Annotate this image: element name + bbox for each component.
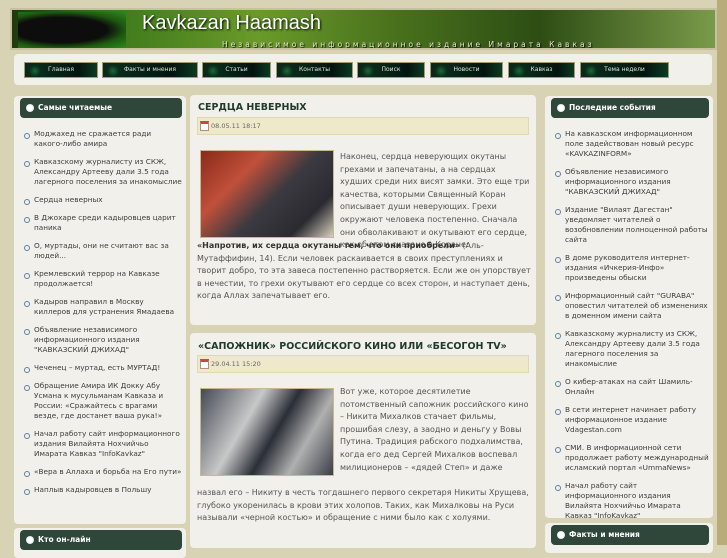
- page-edge: [717, 0, 727, 545]
- list-item[interactable]: О, муртады, они не считают вас за людей.…: [24, 241, 182, 261]
- latest-events-list: На кавказском информационном поле задейс…: [555, 129, 709, 529]
- facts-panel: Факты и мнения: [545, 523, 713, 553]
- post-text: «Напротив, их сердца окутаны тем, что он…: [197, 240, 531, 303]
- nav-articles[interactable]: Статьи: [202, 62, 271, 78]
- post-quote: «Напротив, их сердца окутаны тем, что он…: [197, 241, 460, 250]
- list-item[interactable]: О кибер-атаках на сайт Шамиль-Онлайн: [555, 377, 709, 397]
- list-item[interactable]: Информационный сайт "GURABA" оповестил ч…: [555, 291, 709, 321]
- post-text-rest: назвал его – Никиту в честь тогдашнего п…: [197, 488, 529, 523]
- nav-facts[interactable]: Факты и мнения: [102, 62, 198, 78]
- list-item[interactable]: Кремлевский террор на Кавказе продолжает…: [24, 269, 182, 289]
- site-title[interactable]: Kavkazan Haamash: [142, 12, 321, 35]
- list-item[interactable]: Сердца неверных: [24, 195, 182, 205]
- latest-events-heading: Последние события: [551, 98, 709, 118]
- header-banner: Kavkazan Haamash Независимое информацион…: [10, 8, 717, 50]
- list-item[interactable]: СМИ. В информационной сети продолжает ра…: [555, 443, 709, 473]
- site-subtitle: Независимое информационное издание Имара…: [222, 40, 595, 49]
- post-image[interactable]: [200, 388, 334, 476]
- nav-week-topic[interactable]: Тема недели: [580, 62, 669, 78]
- list-item[interactable]: Кавказскому журналисту из СКЖ, Александр…: [555, 329, 709, 369]
- list-item[interactable]: На кавказском информационном поле задейс…: [555, 129, 709, 159]
- online-panel: Кто он-лайн: [14, 528, 186, 558]
- post-date-bar: 08.05.11 18:17: [197, 117, 529, 135]
- list-item[interactable]: В Джохаре среди кадыровцев царит паника: [24, 213, 182, 233]
- list-item[interactable]: Объявление независимого информационного …: [555, 167, 709, 197]
- list-item[interactable]: Обращение Амира ИК Доккy Абу Усмана к му…: [24, 381, 182, 421]
- post-image[interactable]: [200, 150, 334, 238]
- list-item[interactable]: Начал работу сайт информационного издани…: [555, 481, 709, 521]
- nav-search[interactable]: Поиск: [357, 62, 425, 78]
- list-item[interactable]: Наплыв кадыровцев в Польшу: [24, 485, 182, 495]
- calendar-icon: [200, 121, 209, 131]
- list-item[interactable]: Объявление независимого информационного …: [24, 325, 182, 355]
- most-read-heading: Самые читаемые: [20, 98, 182, 118]
- list-item[interactable]: В сети интернет начинает работу информац…: [555, 405, 709, 435]
- post-text-side: Вот уже, которое десятилетие потомственн…: [340, 387, 529, 472]
- nav-contacts[interactable]: Контакты: [276, 62, 353, 78]
- online-heading: Кто он-лайн: [20, 530, 182, 550]
- latest-events-panel: Последние события На кавказском информац…: [545, 96, 713, 520]
- post-1: СЕРДЦА НЕВЕРНЫХ 08.05.11 18:17 Наконец, …: [190, 95, 536, 325]
- list-item[interactable]: Кадыров направил в Москву киллеров для у…: [24, 297, 182, 317]
- post-title[interactable]: СЕРДЦА НЕВЕРНЫХ: [198, 102, 307, 113]
- nav-caucasus[interactable]: Кавказ: [508, 62, 575, 78]
- post-date-bar: 29.04.11 15:20: [197, 355, 529, 373]
- nav-home[interactable]: Главная: [24, 62, 98, 78]
- list-item[interactable]: Кавказскому журналисту из СКЖ, Александр…: [24, 157, 182, 187]
- post-text-side: Наконец, сердца неверующих окутаны греха…: [340, 152, 530, 250]
- post-date: 29.04.11 15:20: [211, 360, 261, 368]
- most-read-panel: Самые читаемые Моджахед не сражается рад…: [14, 96, 186, 524]
- list-item[interactable]: Начал работу сайт информационного издани…: [24, 429, 182, 459]
- list-item[interactable]: «Вера в Аллаха и борьба на Его пути»: [24, 467, 182, 477]
- facts-heading: Факты и мнения: [551, 525, 709, 545]
- post-date: 08.05.11 18:17: [211, 122, 261, 130]
- list-item[interactable]: В доме руководителя интернет-издания «Ич…: [555, 253, 709, 283]
- list-item[interactable]: Чеченец – муртад, есть МУРТАД!: [24, 363, 182, 373]
- list-item[interactable]: Издание "Вилаят Дагестан" уведомляет чит…: [555, 205, 709, 245]
- post-2: «САПОЖНИК» РОССИЙСКОГО КИНО ИЛИ «БЕСОГОН…: [190, 333, 536, 548]
- post-title[interactable]: «САПОЖНИК» РОССИЙСКОГО КИНО ИЛИ «БЕСОГОН…: [198, 341, 507, 352]
- list-item[interactable]: Моджахед не сражается ради какого-либо а…: [24, 129, 182, 149]
- main-nav: Главная Факты и мнения Статьи Контакты П…: [14, 54, 712, 85]
- nav-news[interactable]: Новости: [430, 62, 503, 78]
- flag-logo: [18, 12, 126, 48]
- calendar-icon: [200, 359, 209, 369]
- most-read-list: Моджахед не сражается ради какого-либо а…: [24, 129, 182, 503]
